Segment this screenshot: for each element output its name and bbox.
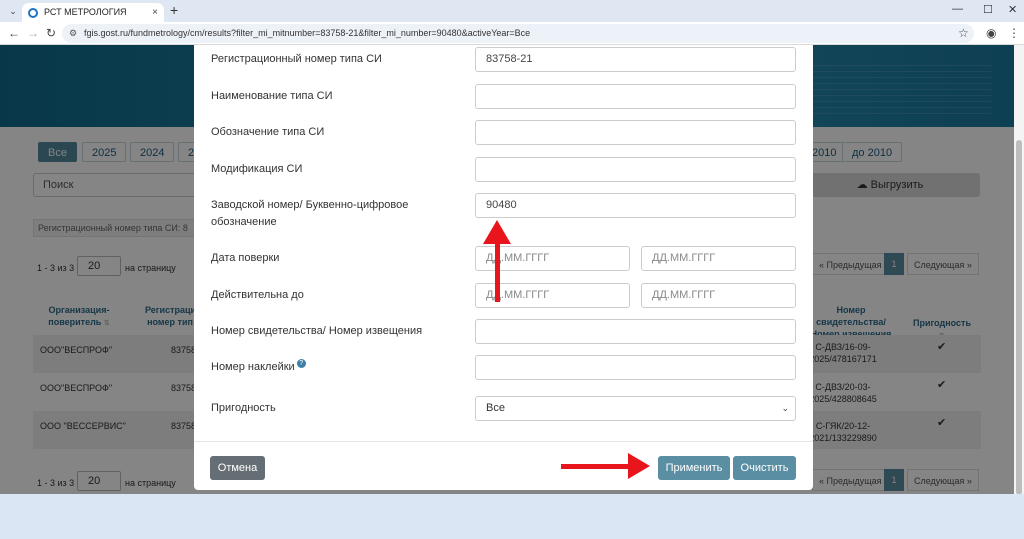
verification-date-to-input[interactable]: ДД.ММ.ГГГГ [641,246,796,271]
type-designation-input[interactable] [475,120,796,145]
modification-input[interactable] [475,157,796,182]
maximize-icon[interactable]: ☐ [983,3,993,16]
sticker-number-input[interactable] [475,355,796,380]
type-name-label: Наименование типа СИ [211,90,333,102]
minimize-icon[interactable]: — [952,3,963,15]
url-text: fgis.gost.ru/fundmetrology/cm/results?fi… [84,28,531,38]
reg-number-label: Регистрационный номер типа СИ [211,53,382,65]
modal-footer: Отмена Применить Очистить [194,441,813,490]
window-bottom-area [0,494,1024,539]
suitability-selected: Все [486,402,505,414]
annotation-arrow-right-shaft [561,464,633,469]
forward-icon[interactable]: → [27,26,39,40]
suitability-label: Пригодность [211,402,276,414]
browser-tab[interactable]: РСТ МЕТРОЛОГИЯ × [22,3,164,22]
site-info-icon[interactable]: ⚙ [69,24,77,43]
type-name-input[interactable] [475,84,796,109]
verification-date-label: Дата поверки [211,252,280,264]
scrollbar-thumb[interactable] [1016,140,1022,495]
back-icon[interactable]: ← [8,26,20,40]
browser-tab-bar: ⌄ РСТ МЕТРОЛОГИЯ × + — ☐ ✕ [0,0,1024,22]
valid-until-to-input[interactable]: ДД.ММ.ГГГГ [641,283,796,308]
cancel-button[interactable]: Отмена [210,456,265,480]
tab-search-icon[interactable]: ⌄ [6,4,20,18]
serial-number-input[interactable]: 90480 [475,193,796,218]
chevron-down-icon: ⌄ [781,403,789,413]
annotation-arrow-right-icon [628,453,650,479]
certificate-number-label: Номер свидетельства/ Номер извещения [211,325,423,337]
serial-number-label: Заводской номер/ Буквенно-цифровое обозн… [211,199,409,228]
url-field[interactable]: ⚙ fgis.gost.ru/fundmetrology/cm/results?… [62,24,974,43]
tab-title: РСТ МЕТРОЛОГИЯ [44,7,127,17]
address-bar: ← → ↻ ⚙ fgis.gost.ru/fundmetrology/cm/re… [0,22,1024,45]
tab-close-icon[interactable]: × [152,3,158,22]
browser-menu-icon[interactable]: ⋮ [1008,26,1020,40]
bookmark-star-icon[interactable]: ☆ [958,26,969,40]
filter-modal: Регистрационный номер типа СИ 83758-21 Н… [194,45,813,490]
valid-until-label: Действительна до [211,289,304,301]
annotation-arrow-up-shaft [495,240,500,302]
help-question-icon[interactable]: ? [296,359,306,368]
reload-icon[interactable]: ↻ [46,26,56,40]
site-favicon-icon [28,8,38,18]
type-designation-label: Обозначение типа СИ [211,126,325,138]
profile-icon[interactable]: ◉ [986,26,996,40]
sticker-number-label-row: Номер наклейки? [211,359,306,375]
clear-button[interactable]: Очистить [733,456,796,480]
modification-label: Модификация СИ [211,163,303,175]
new-tab-button[interactable]: + [170,2,178,18]
sticker-number-label: Номер наклейки [211,361,295,373]
page-scrollbar[interactable] [1014,45,1024,495]
certificate-number-input[interactable] [475,319,796,344]
suitability-select[interactable]: Все ⌄ [475,396,796,421]
reg-number-input[interactable]: 83758-21 [475,47,796,72]
close-window-icon[interactable]: ✕ [1008,3,1017,16]
apply-button[interactable]: Применить [658,456,730,480]
